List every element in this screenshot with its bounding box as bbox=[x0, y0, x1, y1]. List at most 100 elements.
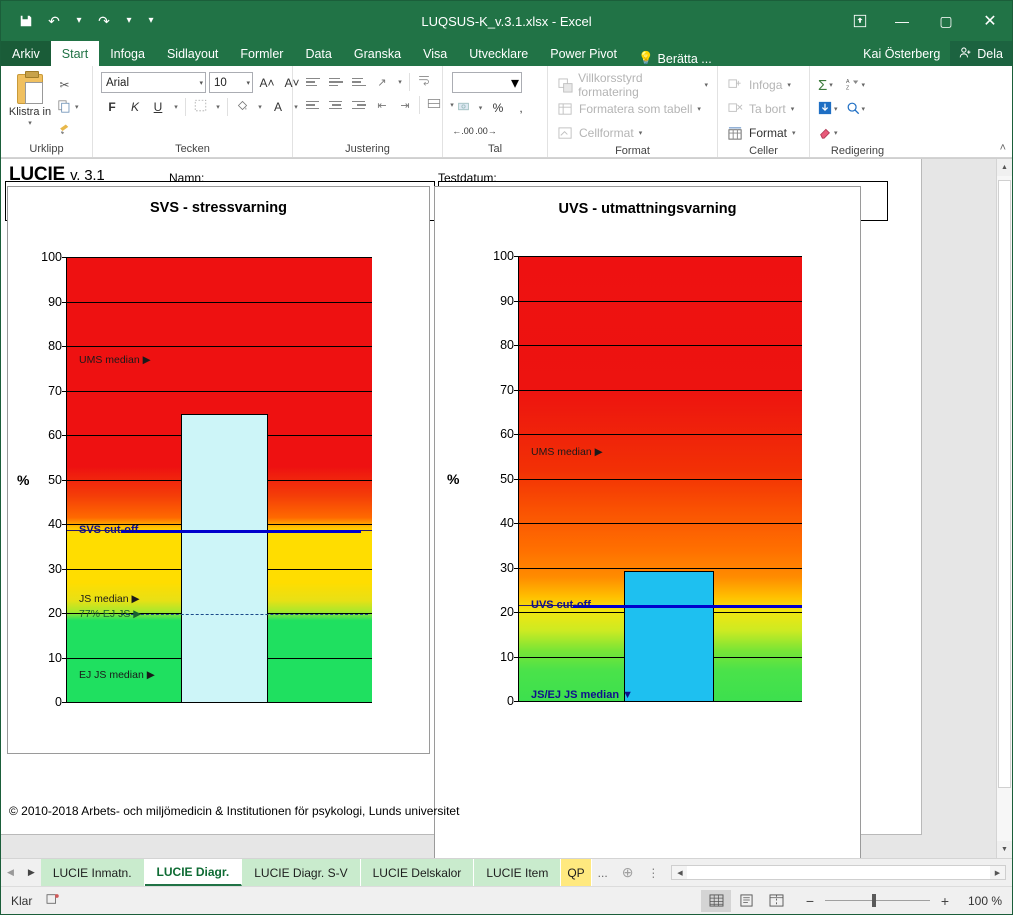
tab-utvecklare[interactable]: Utvecklare bbox=[458, 41, 539, 66]
wrap-text-button[interactable] bbox=[413, 72, 435, 92]
clear-button[interactable]: ▾ bbox=[815, 122, 841, 144]
collapse-ribbon-icon[interactable]: ˄ bbox=[1000, 142, 1006, 154]
sheet-tab-qp[interactable]: QP bbox=[561, 859, 592, 886]
find-select-button[interactable]: ▾ bbox=[843, 98, 869, 120]
copy-dropdown-icon[interactable]: ▾ bbox=[75, 103, 79, 111]
tab-visa[interactable]: Visa bbox=[412, 41, 458, 66]
align-middle-button[interactable] bbox=[325, 72, 347, 92]
paste-dropdown-icon[interactable]: ▾ bbox=[28, 118, 32, 130]
bold-button[interactable]: F bbox=[101, 96, 123, 117]
sheet-tab-lucie-diagr[interactable]: LUCIE Diagr. bbox=[144, 859, 243, 886]
minimize-icon[interactable]: — bbox=[880, 1, 924, 41]
align-bottom-button[interactable] bbox=[348, 72, 370, 92]
scroll-down-icon[interactable]: ▼ bbox=[997, 841, 1012, 858]
accounting-dropdown-icon[interactable]: ▾ bbox=[475, 97, 486, 118]
tab-overflow-icon[interactable]: ⋮ bbox=[641, 859, 665, 886]
tab-arkiv[interactable]: Arkiv bbox=[1, 41, 51, 66]
conditional-formatting-button[interactable]: Villkorsstyrd formatering ▾ bbox=[553, 71, 712, 99]
vscroll-thumb[interactable] bbox=[998, 180, 1011, 788]
borders-dropdown-icon[interactable]: ▾ bbox=[212, 96, 224, 117]
cell-styles-button[interactable]: Cellformat ▾ bbox=[553, 122, 712, 144]
horizontal-scrollbar[interactable]: ◀ ▶ bbox=[671, 865, 1006, 880]
orientation-dropdown-icon[interactable]: ▾ bbox=[394, 72, 406, 92]
fill-color-button[interactable] bbox=[231, 96, 253, 117]
zoom-slider-thumb[interactable] bbox=[872, 894, 876, 907]
underline-button[interactable]: U bbox=[147, 96, 169, 117]
tab-granska[interactable]: Granska bbox=[343, 41, 412, 66]
insert-cells-button[interactable]: Infoga ▾ bbox=[723, 74, 800, 96]
sheet-tab-lucie-item[interactable]: LUCIE Item bbox=[474, 859, 562, 886]
hscroll-right-icon[interactable]: ▶ bbox=[990, 866, 1005, 879]
align-right-button[interactable] bbox=[348, 95, 370, 115]
font-family-select[interactable]: Arial ▾ bbox=[101, 72, 206, 93]
accounting-format-button[interactable] bbox=[452, 97, 474, 118]
chart-svs[interactable]: SVS - stressvarning 100 90 80 70 60 50 4… bbox=[7, 186, 430, 754]
format-cells-button[interactable]: Format ▾ bbox=[723, 122, 800, 144]
add-sheet-icon[interactable]: ⊕ bbox=[614, 859, 642, 886]
delete-cells-button[interactable]: Ta bort ▾ bbox=[723, 98, 800, 120]
autosum-button[interactable]: Σ ▾ bbox=[815, 74, 841, 96]
tab-sidlayout[interactable]: Sidlayout bbox=[156, 41, 229, 66]
hscroll-left-icon[interactable]: ◀ bbox=[672, 866, 688, 879]
redo-icon[interactable]: ↷ bbox=[91, 8, 117, 34]
scroll-up-icon[interactable]: ▲ bbox=[997, 159, 1012, 176]
page-break-preview-icon[interactable] bbox=[761, 890, 791, 912]
font-color-button[interactable]: A bbox=[267, 96, 289, 117]
copy-button[interactable]: ▾ bbox=[54, 96, 81, 117]
zoom-in-button[interactable]: + bbox=[938, 893, 952, 909]
vertical-scrollbar[interactable]: ▲ ▼ bbox=[996, 159, 1012, 858]
tab-start[interactable]: Start bbox=[50, 41, 100, 66]
tab-data[interactable]: Data bbox=[294, 41, 342, 66]
format-as-table-button[interactable]: Formatera som tabell ▾ bbox=[553, 98, 712, 120]
share-button[interactable]: Dela bbox=[950, 41, 1012, 66]
account-name[interactable]: Kai Österberg bbox=[853, 41, 950, 66]
fill-color-dropdown-icon[interactable]: ▾ bbox=[254, 96, 266, 117]
sheet-tab-lucie-delskalor[interactable]: LUCIE Delskalor bbox=[360, 859, 475, 886]
borders-button[interactable] bbox=[189, 96, 211, 117]
align-center-button[interactable] bbox=[325, 95, 347, 115]
orientation-button[interactable]: ↗ bbox=[371, 72, 393, 92]
increase-decimal-button[interactable]: ←.00 bbox=[452, 120, 474, 141]
tell-me-box[interactable]: 💡 Berätta ... bbox=[628, 51, 722, 66]
decrease-decimal-button[interactable]: .00→ bbox=[475, 120, 497, 141]
maximize-icon[interactable]: ▢ bbox=[924, 1, 968, 41]
align-left-button[interactable] bbox=[302, 95, 324, 115]
save-icon[interactable] bbox=[13, 8, 39, 34]
number-format-select[interactable]: ▾ bbox=[452, 72, 522, 93]
vscroll-track[interactable] bbox=[997, 176, 1012, 841]
zoom-slider[interactable] bbox=[825, 894, 930, 907]
merge-cells-button[interactable] bbox=[423, 95, 445, 115]
zoom-out-button[interactable]: − bbox=[803, 893, 817, 909]
paste-button[interactable]: Klistra in ▾ bbox=[6, 71, 54, 130]
ribbon-display-options-icon[interactable] bbox=[840, 1, 880, 41]
worksheet-grid[interactable]: LUCIE v. 3.1 Namn: Testdatum: SVS - stre… bbox=[1, 159, 996, 858]
zoom-level[interactable]: 100 % bbox=[960, 894, 1002, 908]
nav-next-icon[interactable]: ▶ bbox=[28, 867, 35, 878]
undo-dropdown-icon[interactable]: ▾ bbox=[69, 8, 89, 34]
align-top-button[interactable] bbox=[302, 72, 324, 92]
decrease-indent-button[interactable]: ⇤ bbox=[371, 95, 393, 115]
increase-indent-button[interactable]: ⇥ bbox=[394, 95, 416, 115]
cut-button[interactable]: ✂ bbox=[54, 74, 81, 95]
undo-icon[interactable]: ↶ bbox=[41, 8, 67, 34]
record-macro-icon[interactable] bbox=[46, 893, 60, 908]
percent-format-button[interactable]: % bbox=[487, 97, 509, 118]
comma-format-button[interactable]: , bbox=[510, 97, 532, 118]
underline-dropdown-icon[interactable]: ▾ bbox=[170, 96, 182, 117]
tab-formler[interactable]: Formler bbox=[229, 41, 294, 66]
fill-button[interactable]: ▾ bbox=[815, 98, 841, 120]
format-painter-button[interactable] bbox=[54, 118, 81, 139]
sheet-tab-lucie-inmatn[interactable]: LUCIE Inmatn. bbox=[40, 859, 145, 886]
italic-button[interactable]: K bbox=[124, 96, 146, 117]
normal-view-icon[interactable] bbox=[701, 889, 731, 912]
page-layout-view-icon[interactable] bbox=[731, 890, 761, 912]
font-size-select[interactable]: 10 ▾ bbox=[209, 72, 253, 93]
nav-prev-icon[interactable]: ◀ bbox=[7, 867, 14, 878]
tab-power-pivot[interactable]: Power Pivot bbox=[539, 41, 628, 66]
sheet-tab-lucie-diagr-sv[interactable]: LUCIE Diagr. S-V bbox=[242, 859, 361, 886]
chart-uvs[interactable]: UVS - utmattningsvarning 100 90 80 70 60… bbox=[434, 186, 861, 858]
tab-infoga[interactable]: Infoga bbox=[99, 41, 156, 66]
close-icon[interactable]: ✕ bbox=[968, 1, 1012, 41]
hscroll-track[interactable] bbox=[687, 866, 990, 879]
sort-filter-button[interactable]: AZ ▾ bbox=[843, 74, 869, 96]
